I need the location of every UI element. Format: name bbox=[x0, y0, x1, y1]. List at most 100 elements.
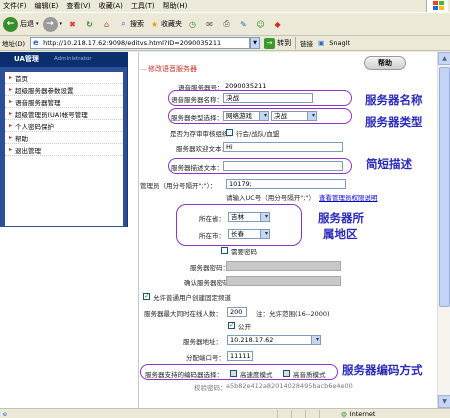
address-label: 地址(D) bbox=[2, 40, 26, 48]
menu-bar: 文件(F) 编辑(E) 查看(V) 收藏(A) 工具(T) 帮助(H) bbox=[0, 0, 450, 12]
port-label: 分配端口号： bbox=[186, 354, 225, 362]
url-input[interactable]: http://10.218.17.62:9098/editvs.html?ID=… bbox=[30, 37, 251, 49]
menu-view[interactable]: 查看(V) bbox=[66, 1, 90, 11]
annotation-description: 简短描述 bbox=[366, 157, 412, 171]
port-input[interactable]: 11111 bbox=[227, 351, 253, 361]
sidebar-item-voice-server-manage[interactable]: 语音服务器管理 bbox=[5, 96, 123, 108]
brand-title: UA管理 bbox=[14, 55, 39, 63]
help-button[interactable]: 帮助 bbox=[364, 56, 406, 70]
back-button[interactable]: ← 后退 ▾ bbox=[3, 16, 39, 32]
public-checkbox[interactable] bbox=[228, 321, 235, 329]
history-button[interactable]: ◷ bbox=[186, 17, 199, 31]
scroll-down-button[interactable]: ▼ bbox=[438, 395, 450, 408]
allow-channel-label: 允许普通用户创建固定频道 bbox=[153, 294, 231, 302]
home-button[interactable]: ⌂ bbox=[100, 17, 113, 31]
welcome-label: 服务器欢迎文本： bbox=[176, 145, 228, 153]
back-arrow-icon: ← bbox=[3, 16, 18, 32]
links-button[interactable]: 链接 bbox=[300, 38, 313, 48]
review-option-label: 行会/战队/血盟 bbox=[236, 130, 280, 138]
max-users-hint: 注：允许范围(16--2000) bbox=[256, 310, 330, 318]
refresh-icon: ↻ bbox=[86, 19, 93, 29]
sidebar-header: UA管理 Administrator bbox=[0, 52, 128, 67]
annotation-region-line2: 属地区 bbox=[323, 227, 358, 241]
annotation-server-name: 服务器名称 bbox=[365, 93, 423, 107]
status-bar: e ◍ Internet bbox=[0, 408, 450, 418]
sidebar-item-admin-accounts[interactable]: 超级管理员(UA)帐号管理 bbox=[5, 108, 123, 120]
annotation-oval-region bbox=[176, 204, 302, 246]
admins-input[interactable]: 10179; bbox=[226, 179, 346, 189]
welcome-input[interactable]: Hi bbox=[223, 142, 343, 152]
stop-button[interactable]: ✖ bbox=[66, 17, 79, 31]
refresh-button[interactable]: ↻ bbox=[83, 17, 96, 31]
password-label: 服务器密码： bbox=[190, 264, 229, 272]
need-password-label: 需要密码 bbox=[231, 248, 257, 256]
sidebar-item-logout[interactable]: 退出管理 bbox=[5, 144, 123, 156]
edit-button[interactable]: ✎ bbox=[237, 17, 250, 31]
max-users-input[interactable]: 200 bbox=[227, 307, 247, 317]
review-checkbox[interactable] bbox=[226, 129, 233, 136]
globe-icon: ◍ bbox=[341, 409, 347, 418]
chevron-down-icon: ▾ bbox=[36, 21, 39, 27]
mail-button[interactable]: ✉ bbox=[203, 17, 216, 31]
password-input[interactable] bbox=[226, 261, 341, 271]
server-id-value: 2090035211 bbox=[225, 82, 267, 90]
scrollbar-thumb[interactable] bbox=[439, 67, 450, 307]
edit-icon: ✎ bbox=[240, 19, 247, 29]
menu-tools[interactable]: 工具(T) bbox=[131, 1, 155, 11]
stop-icon: ✖ bbox=[69, 19, 76, 29]
forward-button[interactable]: → ▾ bbox=[42, 16, 63, 32]
messenger-button[interactable]: ☺ bbox=[254, 17, 267, 31]
url-dropdown-button[interactable]: ▼ bbox=[250, 37, 261, 49]
annotation-oval-codec bbox=[140, 364, 338, 380]
sidebar-item-home[interactable]: 首页 bbox=[5, 72, 123, 84]
brand-subtitle: Administrator bbox=[54, 56, 92, 62]
scroll-up-button[interactable]: ▲ bbox=[438, 52, 450, 65]
zone-label: Internet bbox=[349, 409, 376, 418]
admins-label: 管理员（用分号隔开";"）： bbox=[140, 182, 217, 190]
admins-hint: 请输入UC号（用分号隔开";"） bbox=[226, 194, 315, 202]
menu-help[interactable]: 帮助(H) bbox=[163, 1, 188, 11]
annotation-oval-server-type bbox=[168, 108, 352, 124]
sidebar-menu: 首页 超级服务器参数设置 语音服务器管理 超级管理员(UA)帐号管理 个人密码保… bbox=[5, 72, 123, 226]
search-label: 搜索 bbox=[130, 20, 145, 28]
search-button[interactable]: ⌕ 搜索 bbox=[117, 17, 144, 31]
sidebar-item-help[interactable]: 帮助 bbox=[5, 132, 123, 144]
sidebar: 首页 超级服务器参数设置 语音服务器管理 超级管理员(UA)帐号管理 个人密码保… bbox=[0, 67, 128, 227]
forward-arrow-icon: → bbox=[42, 16, 58, 32]
favorites-button[interactable]: ★ 收藏夹 bbox=[148, 17, 182, 31]
home-icon: ⌂ bbox=[103, 19, 110, 29]
tool-icon: ◆ bbox=[274, 19, 281, 29]
annotation-codec: 服务器编码方式 bbox=[342, 363, 423, 377]
checksum-label: 校验密码： bbox=[194, 384, 227, 392]
annotation-oval-server-name bbox=[168, 90, 352, 106]
messenger-icon: ☺ bbox=[256, 19, 265, 29]
divider bbox=[295, 37, 297, 49]
vertical-scrollbar[interactable]: ▲ ▼ bbox=[437, 52, 450, 408]
tools-button[interactable]: ◆ bbox=[271, 17, 284, 31]
star-icon: ★ bbox=[150, 19, 159, 29]
history-icon: ◷ bbox=[189, 19, 197, 29]
go-button[interactable]: → 转到 bbox=[264, 37, 291, 49]
allow-channel-checkbox[interactable] bbox=[143, 292, 150, 300]
page-title: 修改语音服务器 bbox=[140, 64, 197, 74]
go-arrow-icon: → bbox=[264, 37, 276, 49]
menu-edit[interactable]: 编辑(E) bbox=[35, 1, 59, 11]
admins-permission-link[interactable]: 查看管理员权限说明 bbox=[319, 192, 378, 202]
print-button[interactable]: ⎙ bbox=[220, 17, 233, 31]
checksum-value: a5b82e412a82014028495bacb6e4e00 bbox=[226, 382, 353, 390]
menu-favorites[interactable]: 收藏(A) bbox=[99, 1, 123, 11]
annotation-region-line1: 服务器所 bbox=[318, 211, 364, 225]
sidebar-item-password-protect[interactable]: 个人密码保护 bbox=[5, 120, 123, 132]
menu-file[interactable]: 文件(F) bbox=[3, 1, 27, 11]
sidebar-blank bbox=[0, 227, 128, 408]
back-label: 后退 bbox=[20, 20, 34, 28]
need-password-checkbox[interactable] bbox=[221, 247, 228, 254]
search-icon: ⌕ bbox=[121, 19, 126, 28]
server-address-select[interactable]: 10.218.17.62 bbox=[227, 335, 321, 345]
annotation-oval-description bbox=[168, 158, 352, 174]
confirm-password-input[interactable] bbox=[226, 276, 341, 286]
chevron-down-icon: ▾ bbox=[59, 21, 63, 27]
sidebar-item-super-server-settings[interactable]: 超级服务器参数设置 bbox=[5, 84, 123, 96]
snagit-button[interactable]: SnagIt bbox=[329, 39, 350, 47]
print-icon: ⎙ bbox=[223, 19, 230, 28]
